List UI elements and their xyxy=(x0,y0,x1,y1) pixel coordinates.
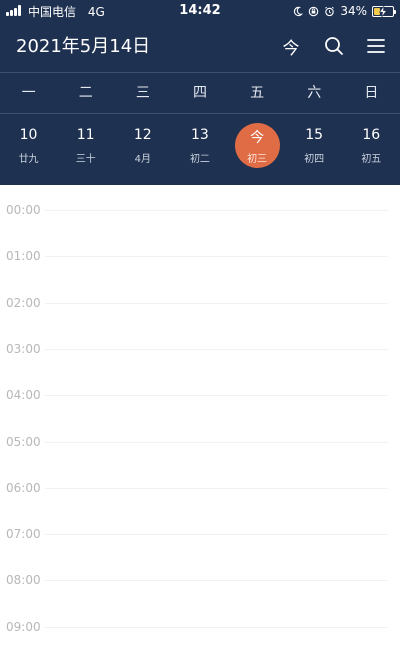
date-cell[interactable]: 13 初二 xyxy=(171,114,228,180)
hour-label: 06:00 xyxy=(6,480,41,495)
status-right: 34% xyxy=(292,3,396,19)
hour-label: 09:00 xyxy=(6,619,41,634)
battery-percent: 34% xyxy=(340,4,367,18)
hour-gridline xyxy=(45,580,388,582)
hour-label: 03:00 xyxy=(6,341,41,356)
battery-cap xyxy=(394,9,396,14)
hour-row[interactable]: 05:00 xyxy=(0,432,400,452)
header-divider xyxy=(0,72,400,73)
lunar-date: 三十 xyxy=(75,154,96,165)
lunar-date: 初五 xyxy=(361,154,382,165)
title-row: 2021年5月14日 今 xyxy=(0,22,400,72)
hour-row[interactable]: 06:00 xyxy=(0,478,400,498)
hour-row[interactable]: 09:00 xyxy=(0,617,400,637)
menu-button[interactable] xyxy=(360,30,392,62)
moon-icon xyxy=(294,6,304,16)
lunar-date: 4月 xyxy=(134,154,151,165)
hour-gridline xyxy=(45,534,388,536)
weekday-label: 六 xyxy=(307,85,322,101)
weekday-row: 一二三四五六日 xyxy=(0,74,400,112)
hour-label: 02:00 xyxy=(6,295,41,310)
hour-row[interactable]: 02:00 xyxy=(0,293,400,313)
lunar-date: 初二 xyxy=(189,154,210,165)
hour-gridline xyxy=(45,256,388,258)
search-button[interactable] xyxy=(318,30,350,62)
hour-label: 08:00 xyxy=(6,573,41,588)
hour-row[interactable]: 00:00 xyxy=(0,200,400,220)
hour-label: 07:00 xyxy=(6,527,41,542)
date-number: 10 xyxy=(19,127,38,143)
calendar-header: 中国电信 4G 14:42 34% 2021年5月14日 今 一 二 三 四 五… xyxy=(0,0,400,185)
hour-gridline xyxy=(45,210,388,211)
hour-row[interactable]: 08:00 xyxy=(0,570,400,590)
date-cell-today[interactable]: 今初三 xyxy=(229,114,286,180)
weekday-label: 五 xyxy=(250,85,265,101)
date-cell[interactable]: 15 初四 xyxy=(286,114,343,180)
hour-gridline xyxy=(45,302,388,304)
lunar-date: 初三 xyxy=(247,154,268,165)
lock-rotation-icon xyxy=(309,6,319,16)
page-title: 2021年5月14日 xyxy=(16,36,151,57)
battery-icon xyxy=(372,5,396,17)
hamburger-menu-icon xyxy=(367,39,385,53)
weekday-label: 日 xyxy=(364,85,379,101)
hour-gridline xyxy=(45,395,388,397)
hour-label: 05:00 xyxy=(6,434,41,449)
alarm-icon xyxy=(325,6,335,16)
date-cell[interactable]: 12 4月 xyxy=(114,114,171,180)
day-timeline[interactable]: 00:00 01:00 02:00 03:00 04:00 05:00 06:00 07:00… xyxy=(0,186,400,660)
date-number: 12 xyxy=(133,127,152,143)
date-strip: 10 廿九 11 三十 12 4月 13 初二 今初三 15 初四 16 初五 xyxy=(0,114,400,180)
date-cell[interactable]: 11 三十 xyxy=(57,114,114,180)
charging-bolt-icon xyxy=(378,5,388,17)
lunar-date: 初四 xyxy=(304,154,325,165)
hour-row[interactable]: 01:00 xyxy=(0,246,400,266)
date-number: 今 xyxy=(250,130,265,146)
hour-row[interactable]: 04:00 xyxy=(0,385,400,405)
date-number: 15 xyxy=(305,127,324,143)
date-number: 16 xyxy=(362,127,381,143)
hour-row[interactable]: 03:00 xyxy=(0,339,400,359)
weekday-label: 一 xyxy=(21,85,36,101)
hour-gridline xyxy=(45,487,388,489)
weekday-label: 四 xyxy=(192,85,207,101)
hour-gridline xyxy=(45,441,388,443)
hour-label: 04:00 xyxy=(6,388,41,403)
status-bar: 中国电信 4G 14:42 34% xyxy=(0,0,400,22)
lunar-date: 廿九 xyxy=(18,154,39,165)
hour-label: 01:00 xyxy=(6,249,41,264)
date-number: 13 xyxy=(191,127,209,143)
hour-row[interactable]: 07:00 xyxy=(0,524,400,544)
weekday-label: 三 xyxy=(135,85,150,101)
hour-gridline xyxy=(45,348,388,350)
weekday-label: 二 xyxy=(78,85,93,101)
date-cell[interactable]: 10 廿九 xyxy=(0,114,57,180)
date-cell[interactable]: 16 初五 xyxy=(343,114,400,180)
date-number: 11 xyxy=(76,127,95,143)
hour-label: 00:00 xyxy=(6,203,41,217)
hour-gridline xyxy=(45,626,388,628)
today-button[interactable]: 今 xyxy=(275,30,307,62)
search-icon xyxy=(325,37,343,55)
